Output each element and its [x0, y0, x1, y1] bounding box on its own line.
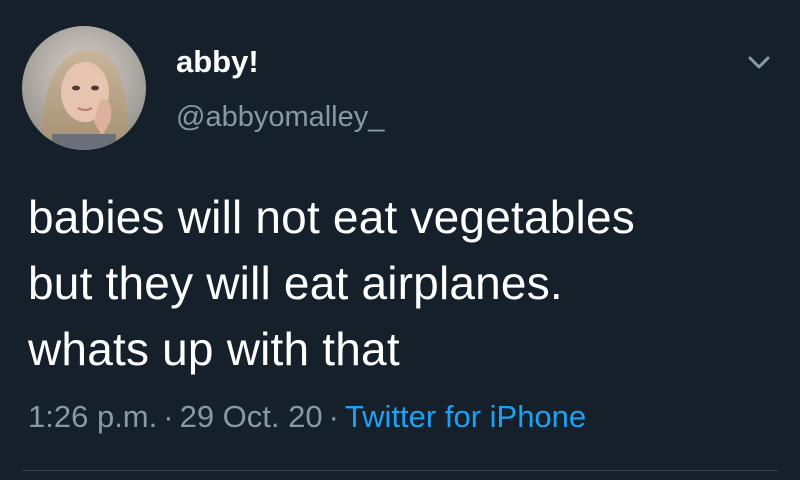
tweet-source-link[interactable]: Twitter for iPhone	[345, 399, 586, 434]
author-display-name[interactable]: abby!	[176, 44, 259, 80]
tweet-card: abby! @abbyomalley_ babies will not eat …	[0, 0, 800, 480]
profile-photo-icon	[22, 26, 146, 150]
tweet-time[interactable]: 1:26 p.m.	[28, 399, 157, 434]
tweet-meta: 1:26 p.m. · 29 Oct. 20 · Twitter for iPhone	[28, 397, 586, 437]
tweet-text: babies will not eat vegetables but they …	[28, 184, 788, 382]
tweet-date[interactable]: 29 Oct. 20	[180, 399, 323, 434]
tweet-text-line: whats up with that	[28, 323, 400, 375]
meta-separator: ·	[328, 399, 339, 434]
author-handle[interactable]: @abbyomalley_	[176, 100, 384, 134]
tweet-text-line: babies will not eat vegetables	[28, 191, 635, 243]
avatar[interactable]	[22, 26, 146, 150]
tweet-text-line: but they will eat airplanes.	[28, 257, 563, 309]
meta-separator: ·	[163, 399, 174, 434]
divider	[22, 470, 778, 471]
chevron-down-icon[interactable]	[742, 52, 776, 74]
